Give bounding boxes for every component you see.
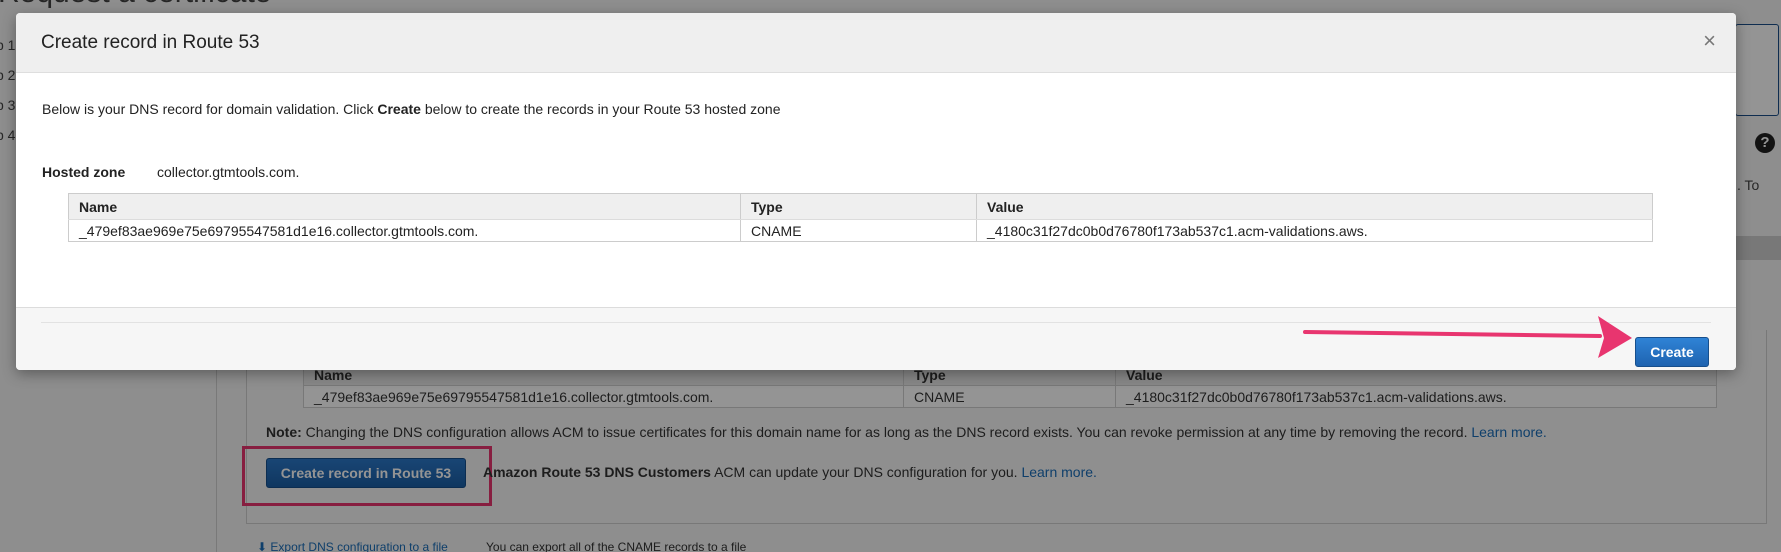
annotation-arrow (1303, 316, 1632, 358)
